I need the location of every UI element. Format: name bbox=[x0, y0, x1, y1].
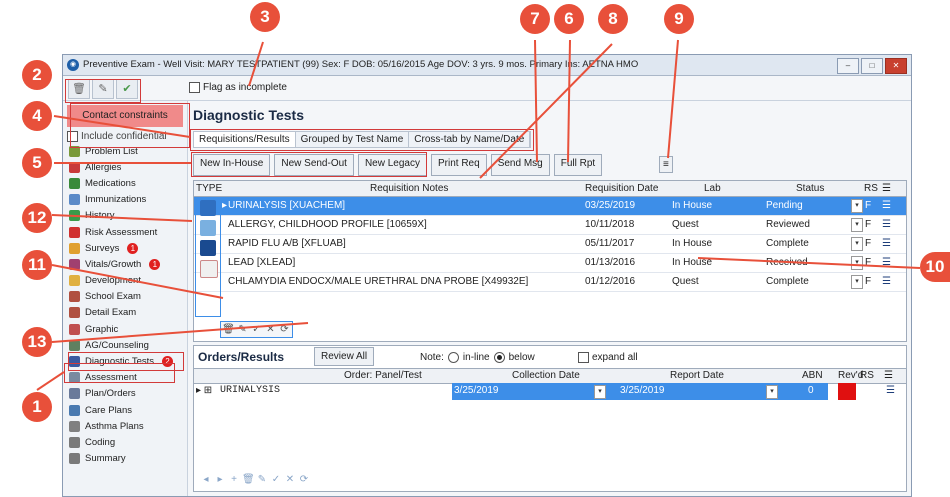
callout-13: 13 bbox=[22, 327, 52, 357]
callout-11: 11 bbox=[22, 250, 52, 280]
callout-7: 7 bbox=[520, 4, 550, 34]
callout-1: 1 bbox=[22, 392, 52, 422]
callout-3: 3 bbox=[250, 2, 280, 32]
callout-6: 6 bbox=[554, 4, 584, 34]
annotation-arrows bbox=[36, 39, 921, 391]
callout-12: 12 bbox=[22, 203, 52, 233]
callout-2: 2 bbox=[22, 60, 52, 90]
callout-8: 8 bbox=[598, 4, 628, 34]
callout-5: 5 bbox=[22, 148, 52, 178]
callout-4: 4 bbox=[22, 101, 52, 131]
callout-9: 9 bbox=[664, 4, 694, 34]
callout-10: 10 bbox=[920, 252, 950, 282]
